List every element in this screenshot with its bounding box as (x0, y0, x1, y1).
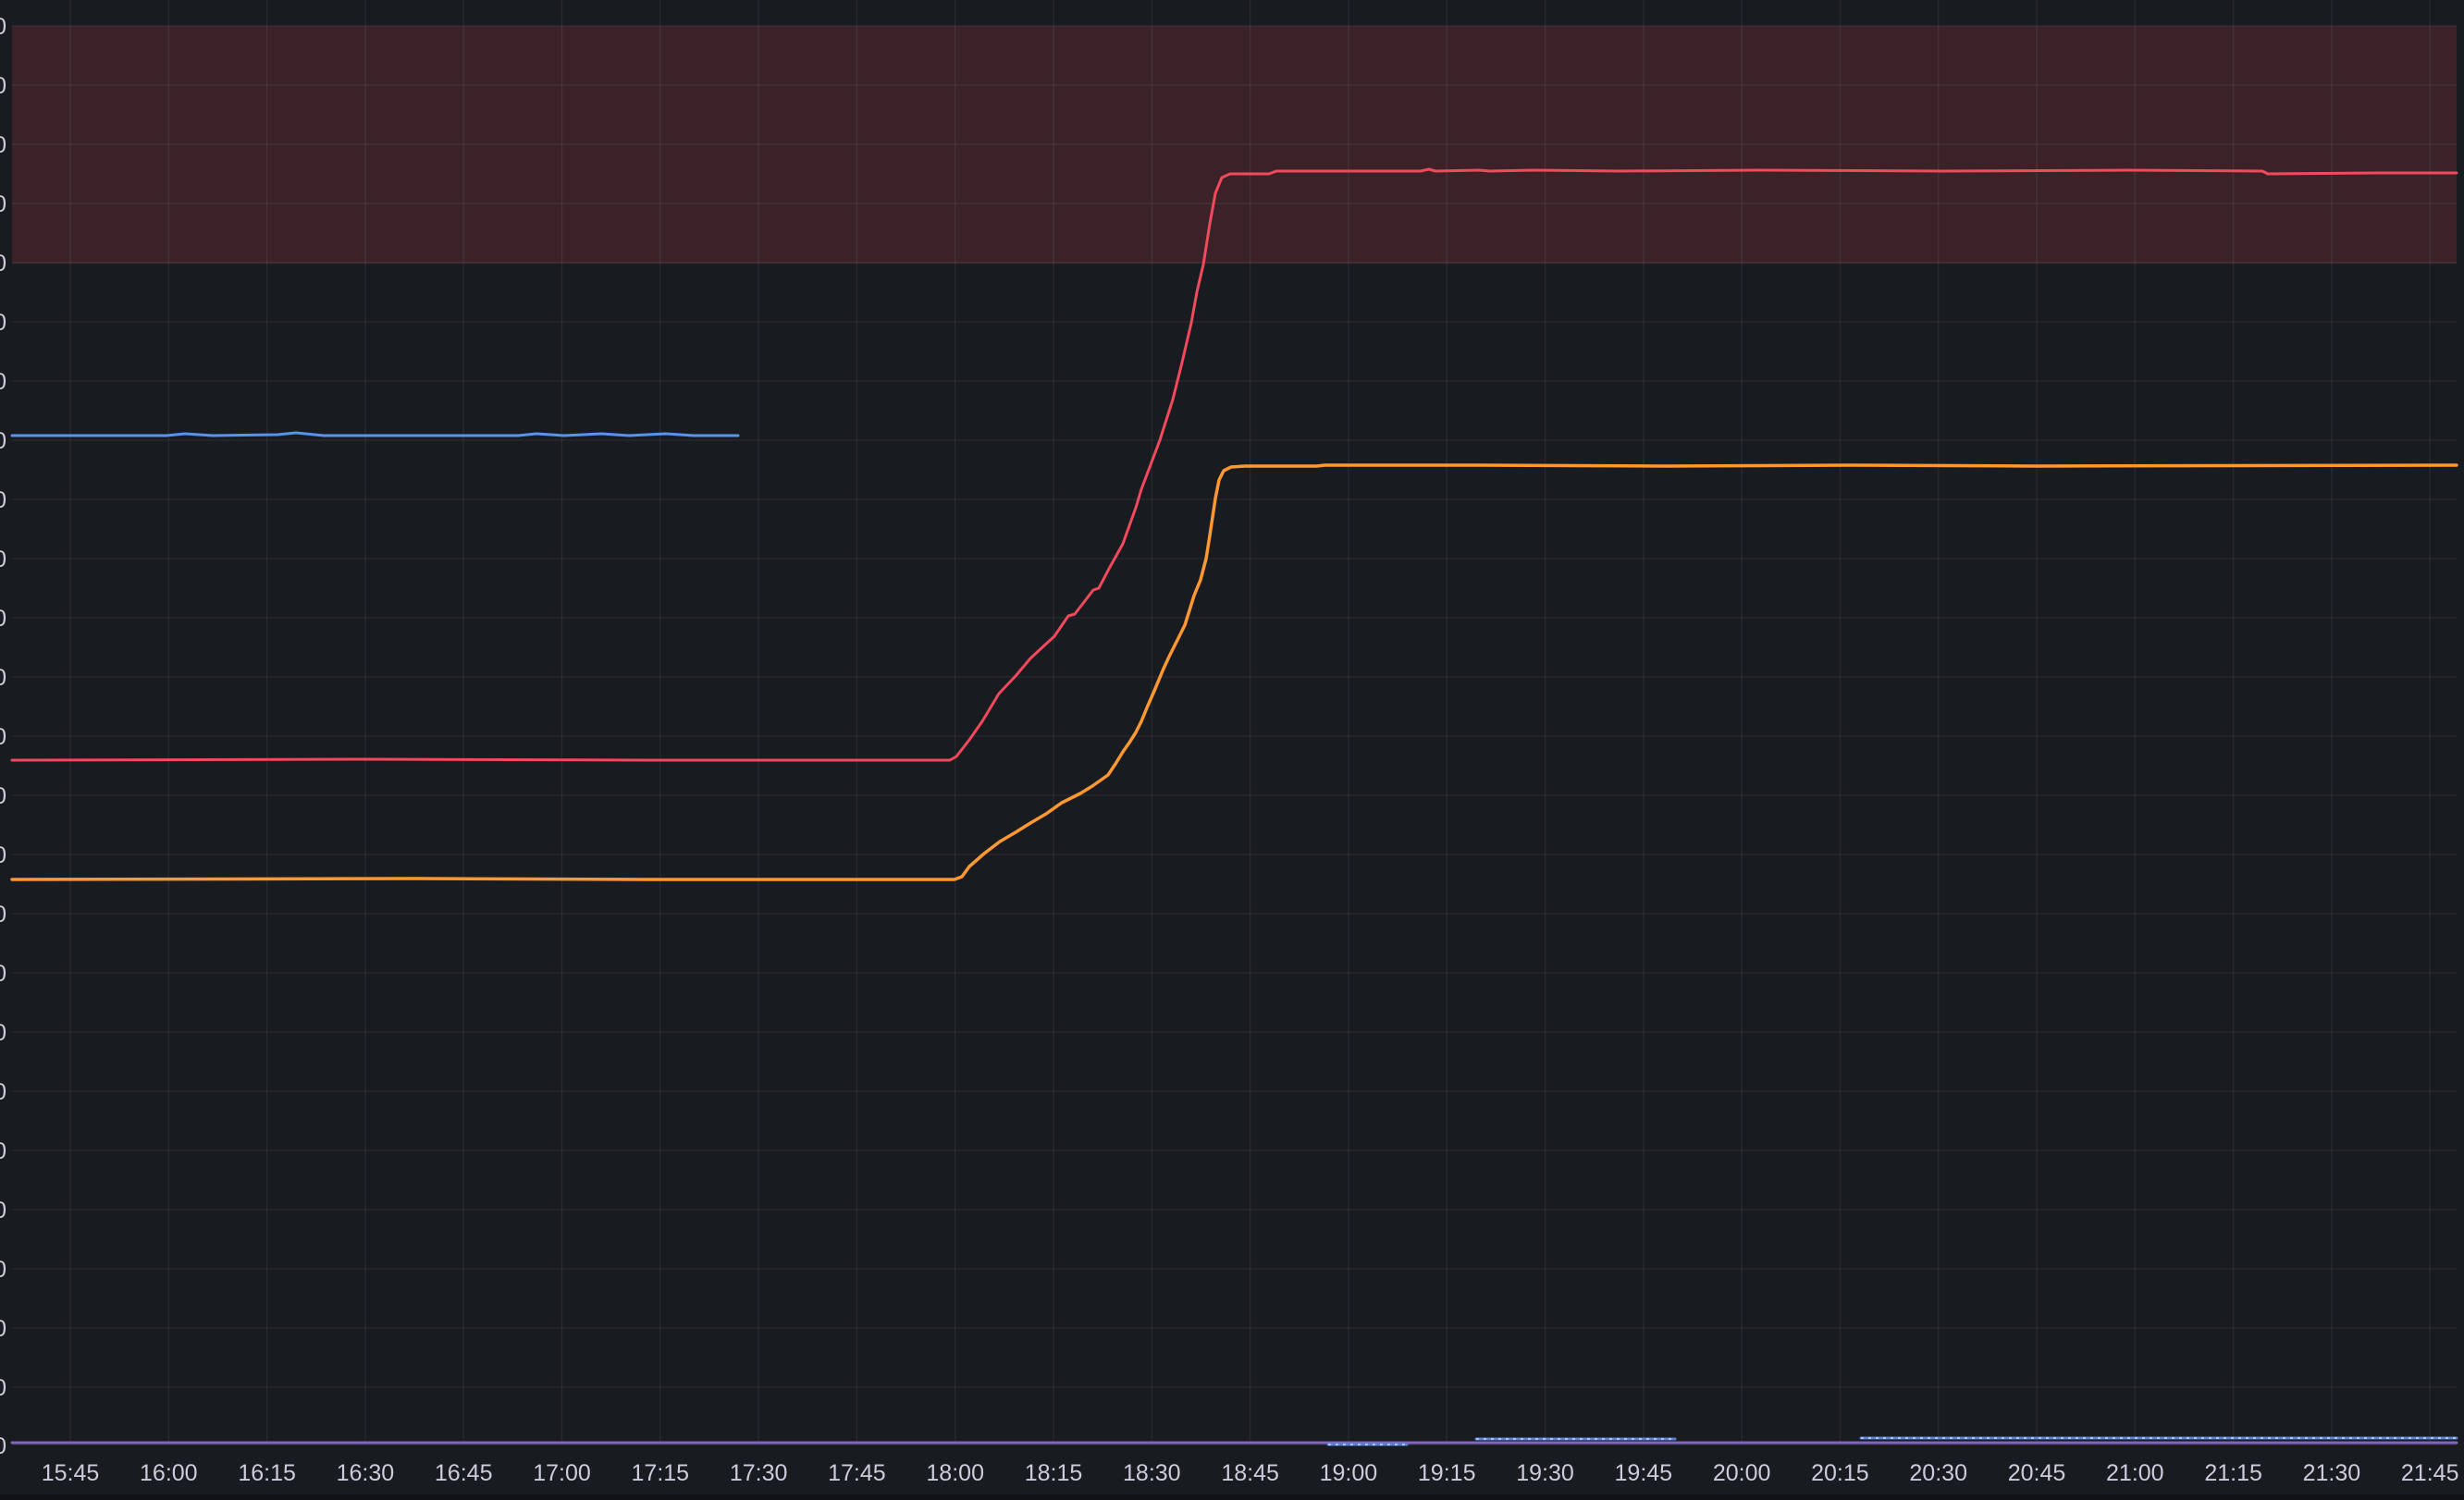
x-axis-tick-label: 16:00 (140, 1460, 198, 1486)
x-axis-tick-label: 18:00 (926, 1460, 984, 1486)
x-axis-tick-label: 21:00 (2106, 1460, 2164, 1486)
y-axis-tick-label-cropped: 0 (0, 14, 6, 40)
y-axis-tick-label-cropped: 0 (0, 606, 6, 632)
x-axis-tick-label: 18:45 (1221, 1460, 1279, 1486)
y-axis-tick-label-cropped: 0 (0, 783, 6, 809)
y-axis-tick-label-cropped: 0 (0, 132, 6, 158)
x-axis-tick-label: 20:15 (1811, 1460, 1869, 1486)
x-axis-tick-label: 20:00 (1713, 1460, 1771, 1486)
y-axis-tick-label-cropped: 0 (0, 1316, 6, 1342)
x-axis-tick-label: 16:30 (337, 1460, 395, 1486)
x-axis-tick-label: 21:45 (2401, 1460, 2459, 1486)
y-axis-tick-label-cropped: 0 (0, 1375, 6, 1401)
y-axis-tick-label-cropped: 0 (0, 487, 6, 513)
x-axis-tick-label: 16:15 (238, 1460, 296, 1486)
x-axis-tick-label: 17:30 (730, 1460, 788, 1486)
y-axis-tick-label-cropped: 0 (0, 1079, 6, 1105)
panel-bottom-edge (0, 1494, 2464, 1500)
x-axis-tick-label: 21:30 (2303, 1460, 2361, 1486)
x-axis-tick-label: 20:45 (2008, 1460, 2066, 1486)
y-axis-tick-label-cropped: 0 (0, 1020, 6, 1046)
x-axis-tick-label: 17:15 (632, 1460, 690, 1486)
x-axis-tick-label: 19:00 (1320, 1460, 1378, 1486)
x-axis-tick-label: 19:45 (1615, 1460, 1673, 1486)
x-axis-tick-label: 21:15 (2204, 1460, 2262, 1486)
y-axis-tick-label-cropped: 0 (0, 842, 6, 868)
y-axis-tick-label-cropped: 0 (0, 1138, 6, 1164)
timeseries-chart[interactable]: 15:45 16:00 16:15 16:30 16:45 17:00 17:15 17:30… (0, 0, 2464, 1500)
y-axis-tick-label-cropped: 0 (0, 665, 6, 691)
x-axis-tick-label: 16:45 (435, 1460, 493, 1486)
y-axis-tick-label-cropped: 0 (0, 902, 6, 928)
x-axis-tick-label: 15:45 (42, 1460, 100, 1486)
y-axis-tick-label-cropped: 0 (0, 310, 6, 336)
x-axis-tick-label: 17:00 (533, 1460, 591, 1486)
y-axis-tick-label-cropped: 0 (0, 724, 6, 750)
y-axis-tick-label-cropped: 0 (0, 191, 6, 217)
y-axis-tick-label-cropped: 0 (0, 1433, 6, 1459)
x-axis-tick-label: 19:15 (1418, 1460, 1476, 1486)
y-axis-tick-label-cropped: 0 (0, 251, 6, 277)
x-axis-tick-label: 20:30 (1909, 1460, 1967, 1486)
y-axis-tick-label-cropped: 0 (0, 1198, 6, 1223)
y-axis-tick-label-cropped: 0 (0, 369, 6, 395)
y-axis-tick-label-cropped: 0 (0, 73, 6, 99)
grafana-timeseries-panel: 15:45 16:00 16:15 16:30 16:45 17:00 17:15 17:30… (0, 0, 2464, 1500)
x-axis-tick-label: 19:30 (1516, 1460, 1574, 1486)
x-axis-tick-label: 18:15 (1025, 1460, 1083, 1486)
x-axis-tick-label: 17:45 (828, 1460, 886, 1486)
x-axis-tick-label: 18:30 (1123, 1460, 1181, 1486)
y-axis-tick-label-cropped: 0 (0, 1257, 6, 1283)
y-axis-tick-label-cropped: 0 (0, 428, 6, 454)
y-axis-tick-label-cropped: 0 (0, 547, 6, 572)
y-axis-tick-label-cropped: 0 (0, 961, 6, 987)
